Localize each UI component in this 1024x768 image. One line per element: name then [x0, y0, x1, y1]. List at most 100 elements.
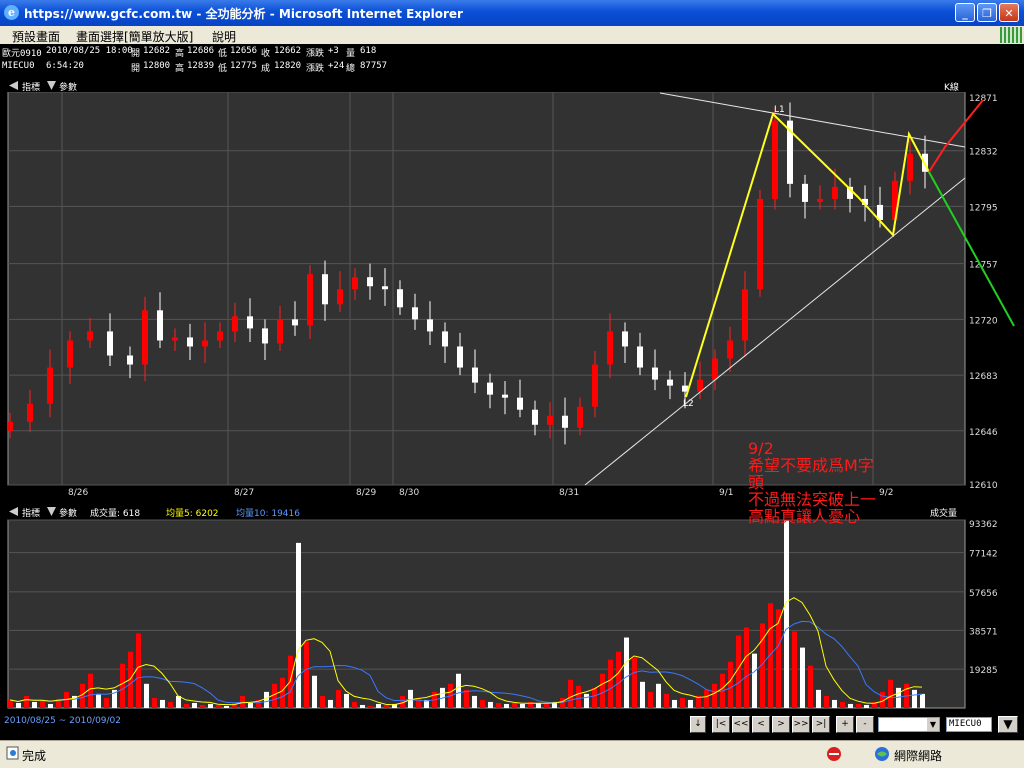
candle-body [262, 328, 268, 344]
period-select[interactable]: ▼ [878, 717, 940, 732]
volume-bar [168, 701, 173, 708]
candle-body [172, 337, 178, 341]
menu-bar: 預設畫面 畫面選擇[簡單放大版] 說明 [0, 26, 1024, 44]
quote-high-label: 高 [175, 49, 185, 59]
volume-bar [376, 703, 381, 708]
volume-bar [536, 702, 541, 708]
indicator-toggle-icon[interactable] [9, 507, 18, 516]
candle-body [157, 310, 163, 341]
volume-bar [896, 687, 901, 708]
candle-body [517, 397, 523, 410]
quote-open: 12800 [143, 61, 171, 71]
chart-navigation-bar: 2010/08/25 ~ 2010/09/02 ↓ |< << < > >> >… [0, 714, 1024, 738]
annotation-line: 頭 [748, 473, 765, 492]
volume-bar [200, 704, 205, 708]
volume-bar [864, 704, 869, 708]
volume-bar [488, 701, 493, 708]
annotation-line: 9/2 [748, 439, 774, 458]
volume-bar [520, 703, 525, 708]
candle-body [457, 346, 463, 368]
y-tick-label: 57656 [969, 589, 998, 599]
volume-bar [40, 700, 45, 708]
volume-bar [568, 679, 573, 708]
minimize-button[interactable]: _ [955, 3, 975, 22]
volume-bar [832, 699, 837, 708]
volume-bar [224, 705, 229, 708]
annotation-line: 不過無法突破上一 [748, 490, 877, 509]
volume-bar [160, 699, 165, 708]
candle-body [87, 331, 93, 341]
candle-body [622, 331, 628, 347]
volume-bar [456, 673, 461, 708]
volume-bar [920, 693, 925, 708]
price-panel-header: 指標 參數 K線 [0, 78, 1024, 93]
x-tick-label: 8/29 [356, 488, 376, 498]
plot-area [7, 519, 966, 709]
nav-back-button[interactable]: < [752, 716, 770, 733]
popup-blocked-icon[interactable] [826, 746, 842, 765]
quote-volume: 618 [360, 46, 377, 56]
candle-body [442, 331, 448, 347]
candle-body [7, 421, 13, 431]
pattern-label-l2: L2 [683, 399, 694, 409]
volume-bar [368, 705, 373, 708]
volume-bar [184, 703, 189, 708]
status-text: 完成 [22, 749, 47, 763]
nav-last-button[interactable]: >| [812, 716, 830, 733]
volume-chart[interactable]: 93362 77142 57656 38571 19285 [0, 518, 1024, 712]
candle-body [127, 355, 133, 365]
volume-bar [272, 683, 277, 708]
ie-logo-icon: e [4, 5, 19, 20]
volume-bar [384, 704, 389, 708]
nav-forward-button[interactable]: > [772, 716, 790, 733]
scroll-down-button[interactable]: ↓ [690, 716, 706, 733]
window-title-bar[interactable]: e https://www.gcfc.com.tw - 全功能分析 - Micr… [0, 0, 1024, 26]
candle-body [832, 186, 838, 199]
candlestick [772, 107, 778, 210]
candle-body [487, 382, 493, 395]
price-chart[interactable]: 1287112832127951275712720126831264612610… [0, 92, 1024, 500]
volume-bar [840, 701, 845, 708]
volume-bar [328, 699, 333, 708]
volume-bar [352, 701, 357, 708]
volume-bar [24, 695, 29, 708]
volume-bar [712, 683, 717, 708]
zoom-out-button[interactable]: - [856, 716, 874, 733]
x-tick-label: 9/2 [879, 488, 893, 498]
y-tick-label: 12610 [969, 481, 998, 491]
scroll-down-arrow-icon[interactable]: ▼ [998, 716, 1018, 733]
volume-bar [912, 689, 917, 708]
quote-change-label: 漲跌 [306, 49, 325, 59]
param-dropdown-icon[interactable] [47, 507, 56, 516]
nav-first-button[interactable]: |< [712, 716, 730, 733]
internet-zone-icon [874, 746, 890, 765]
maximize-button[interactable]: ❐ [977, 3, 997, 22]
user-annotation: 9/2 希望不要成爲M字 頭 不過無法突破上一 高點真讓人憂心 [748, 440, 876, 525]
volume-bar [600, 673, 605, 708]
menu-view-select[interactable]: 畫面選擇[簡單放大版] [76, 28, 193, 45]
volume-bar [584, 693, 589, 708]
nav-page-back-button[interactable]: << [732, 716, 750, 733]
volume-bar [800, 647, 805, 708]
quote-open-label: 開 [131, 64, 141, 74]
volume-bar [104, 697, 109, 708]
volume-bar [640, 681, 645, 708]
candle-body [562, 415, 568, 428]
menu-help[interactable]: 說明 [212, 28, 236, 45]
candle-body [502, 394, 508, 398]
zoom-in-button[interactable]: + [836, 716, 854, 733]
candle-body [712, 358, 718, 380]
nav-page-forward-button[interactable]: >> [792, 716, 810, 733]
volume-bar [304, 641, 309, 708]
param-dropdown-icon[interactable] [47, 81, 56, 90]
candle-body [107, 331, 113, 356]
quote-change-label: 漲跌 [306, 64, 325, 74]
chevron-down-icon[interactable]: ▼ [927, 718, 939, 731]
menu-default-view[interactable]: 預設畫面 [12, 28, 60, 45]
security-zone-label: 網際網路 [894, 749, 943, 763]
volume-bar [704, 689, 709, 708]
close-button[interactable]: ✕ [999, 3, 1019, 22]
indicator-toggle-icon[interactable] [9, 81, 18, 90]
volume-bar [752, 653, 757, 708]
symbol-input[interactable]: MIECU0 [946, 717, 992, 732]
